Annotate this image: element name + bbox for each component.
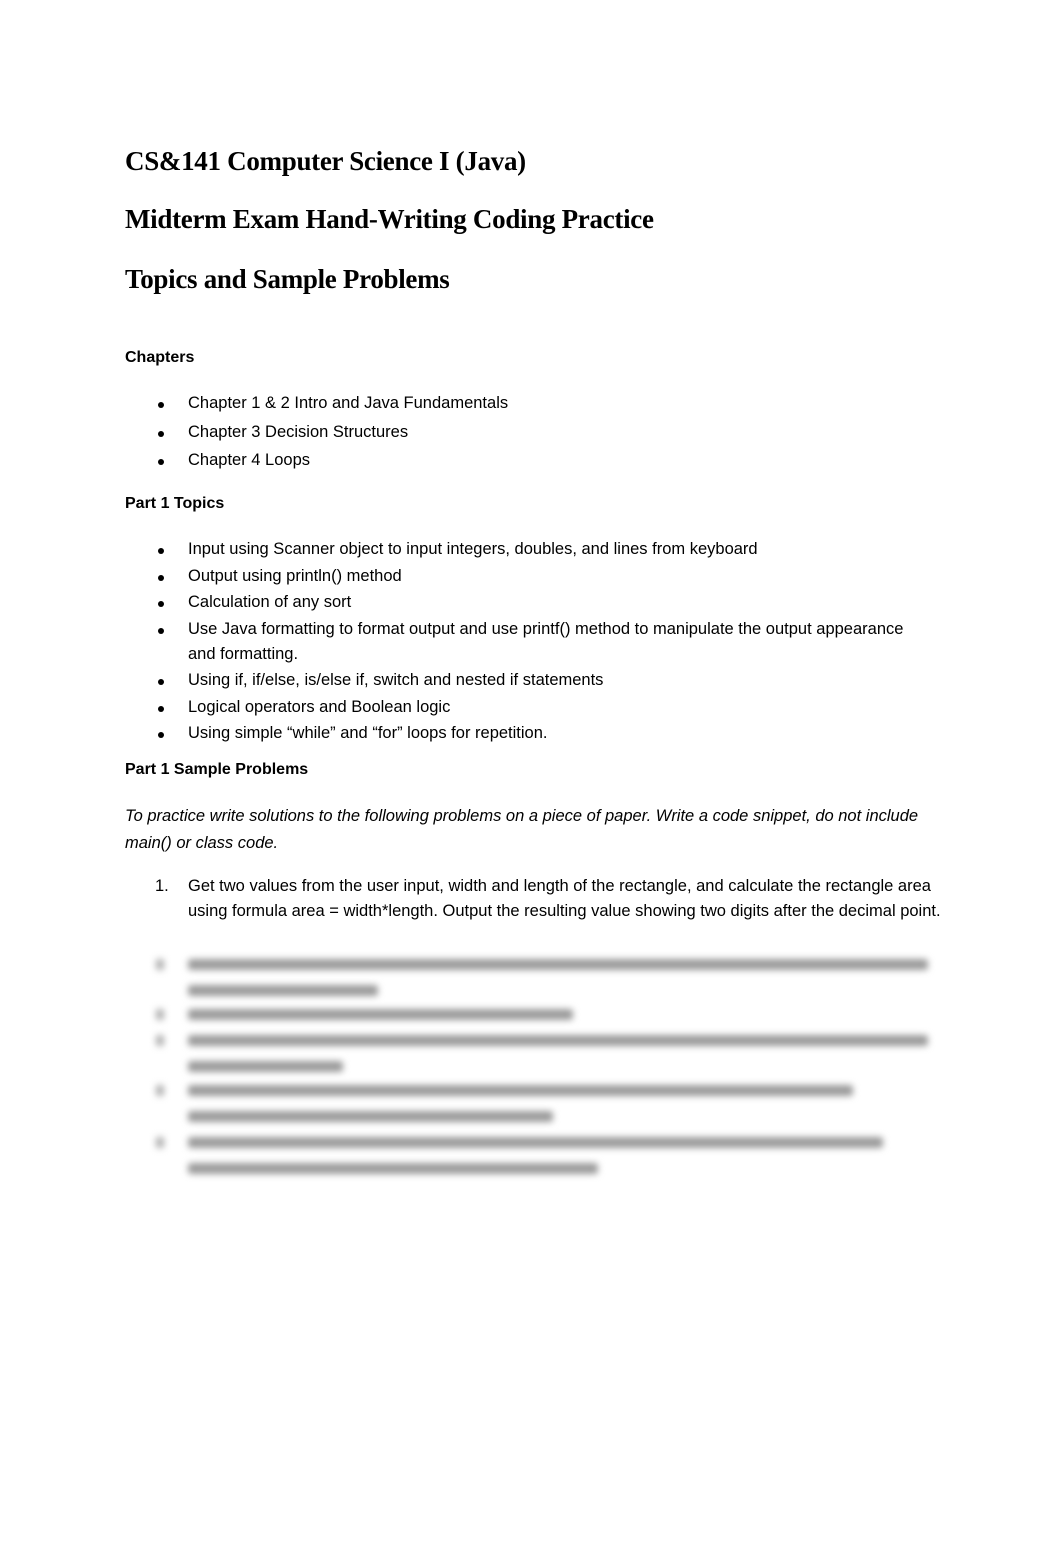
chapters-list: Chapter 1 & 2 Intro and Java Fundamental… [155,391,935,477]
blurred-line [188,1137,883,1148]
list-item: Use Java formatting to format output and… [155,617,935,667]
list-item: Output using println() method [155,564,935,589]
blurred-line [188,1085,853,1096]
topic-item: Logical operators and Boolean logic [188,697,451,716]
bullet-icon [158,574,164,581]
chapter-item: Chapter 4 Loops [188,451,311,469]
list-item: Chapter 1 & 2 Intro and Java Fundamental… [155,391,935,416]
topic-item: Using simple “while” and “for” loops for… [188,724,548,742]
bullet-icon [158,548,164,554]
blurred-line [188,1009,573,1020]
bullet-icon [158,402,164,408]
bullet-icon [158,732,164,738]
blurred-number [156,1137,164,1148]
list-item: Logical operators and Boolean logic [155,695,935,720]
bullet-icon [158,430,164,437]
part1-topics-heading: Part 1 Topics [125,495,225,512]
blurred-number [156,1035,164,1046]
blurred-line [188,985,378,996]
chapter-item: Chapter 1 & 2 Intro and Java Fundamental… [188,394,509,412]
bullet-icon [158,601,164,607]
obscured-content [152,952,942,1182]
chapters-heading: Chapters [125,349,195,366]
problems-instructions: To practice write solutions to the follo… [125,807,919,852]
chapter-item: Chapter 3 Decision Structures [188,422,409,441]
list-item: Using simple “while” and “for” loops for… [155,721,935,746]
blurred-number [156,1085,164,1096]
problem-item: 1. Get two values from the user input, w… [155,874,945,924]
topic-item: Use Java formatting to format output and… [188,619,904,663]
list-item: Input using Scanner object to input inte… [155,537,935,562]
topic-item: Using if, if/else, is/else if, switch an… [188,671,604,689]
topic-item: Input using Scanner object to input inte… [188,540,758,558]
bullet-icon [158,705,164,712]
blurred-line [188,1163,598,1174]
part1-problems-heading: Part 1 Sample Problems [125,761,309,778]
topic-item: Output using println() method [188,566,402,585]
bullet-icon [158,459,164,465]
list-item: Chapter 3 Decision Structures [155,420,935,445]
problem-text: Get two values from the user input, widt… [188,877,941,920]
bullet-icon [158,627,164,634]
exam-title: Midterm Exam Hand-Writing Coding Practic… [125,204,654,234]
list-item: Chapter 4 Loops [155,448,935,473]
part1-topics-list: Input using Scanner object to input inte… [155,537,935,748]
blurred-line [188,959,928,970]
blurred-number [156,959,164,970]
list-item: Calculation of any sort [155,590,935,615]
blurred-line [188,1061,343,1072]
blurred-line [188,1111,553,1122]
problem-number: 1. [155,877,169,895]
blurred-number [156,1009,164,1020]
bullet-icon [158,679,164,685]
document-page: CS&141 Computer Science I (Java) Midterm… [0,0,1062,1556]
blurred-line [188,1035,928,1046]
topic-item: Calculation of any sort [188,593,352,611]
section-title: Topics and Sample Problems [125,264,450,294]
list-item: Using if, if/else, is/else if, switch an… [155,668,935,693]
course-title: CS&141 Computer Science I (Java) [125,146,526,176]
